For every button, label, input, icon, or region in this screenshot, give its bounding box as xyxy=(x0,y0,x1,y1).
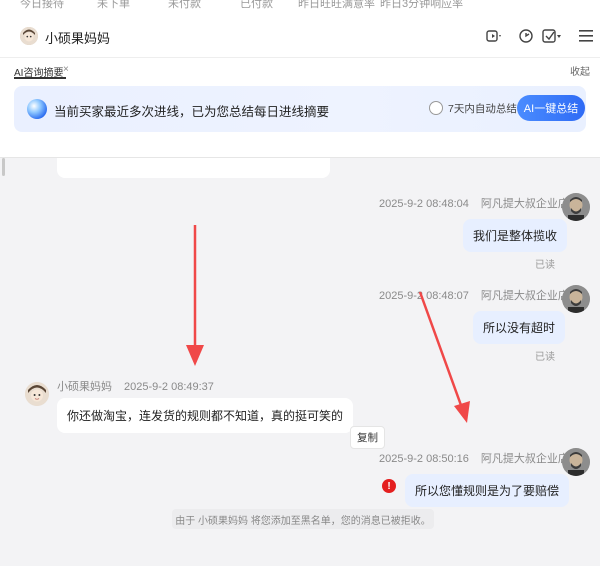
message-meta: 小硕果妈妈 2025-9-2 08:49:37 xyxy=(57,378,214,394)
close-tab-icon[interactable]: × xyxy=(63,64,69,75)
seller-avatar[interactable] xyxy=(562,448,590,476)
tab-underline xyxy=(14,77,66,79)
buyer-avatar[interactable] xyxy=(25,382,49,406)
message-sender: 小硕果妈妈 xyxy=(57,381,112,393)
ai-summary-panel: AI咨询摘要 × 收起 当前买家最近多次进线，已为您总结每日进线摘要 7天内自动… xyxy=(0,58,600,158)
message-bubble[interactable]: 所以您懂规则是为了要赔偿 xyxy=(405,474,570,507)
tab-yesterday-satisfaction[interactable]: 昨日旺旺满意率 xyxy=(298,0,375,11)
send-failed-icon[interactable]: ! xyxy=(382,479,396,493)
tab-yesterday-response-rate[interactable]: 昨日3分钟响应率 xyxy=(380,0,463,11)
message-bubble[interactable]: 我们是整体揽收 xyxy=(463,219,568,252)
tab-today-reception[interactable]: 今日接待 xyxy=(20,0,64,11)
seller-avatar[interactable] xyxy=(562,285,590,313)
message-bubble[interactable]: 你还做淘宝，连发货的规则都不知道，真的挺可笑的 xyxy=(57,398,354,433)
message-meta: 2025-9-2 08:48:04 阿凡提大叔企业店 xyxy=(379,195,569,211)
message-time: 2025-9-2 08:49:37 xyxy=(124,381,214,393)
tab-unpaid[interactable]: 未付款 xyxy=(168,0,201,11)
auto-summary-label: 7天内自动总结 xyxy=(448,103,517,115)
message-time: 2025-9-2 08:48:04 xyxy=(379,198,469,210)
message-meta: 2025-9-2 08:48:07 阿凡提大叔企业店 xyxy=(379,287,569,303)
contact-name: 小硕果妈妈 xyxy=(45,31,111,46)
tab-paid[interactable]: 已付款 xyxy=(240,0,273,11)
message-time: 2025-9-2 08:48:07 xyxy=(379,290,469,302)
ai-summary-banner: 当前买家最近多次进线，已为您总结每日进线摘要 7天内自动总结 AI一键总结 xyxy=(14,86,586,132)
top-tab-strip: 今日接待 未下单 未付款 已付款 昨日旺旺满意率 昨日3分钟响应率 xyxy=(0,0,600,14)
system-notice: 由于 小硕果妈妈 将您添加至黑名单，您的消息已被拒收。 xyxy=(172,509,434,529)
ai-banner-text: 当前买家最近多次进线，已为您总结每日进线摘要 xyxy=(54,105,330,119)
message-time: 2025-9-2 08:50:16 xyxy=(379,453,469,465)
copy-button[interactable]: 复制 xyxy=(350,426,385,449)
task-icon[interactable] xyxy=(542,26,562,46)
read-status: 已读 xyxy=(535,260,555,271)
message-meta: 2025-9-2 08:50:16 阿凡提大叔企业店 xyxy=(379,450,569,466)
bottom-toolbar xyxy=(0,566,600,572)
chat-area: 2025-9-2 08:48:04 阿凡提大叔企业店 我们是整体揽收 已读 202… xyxy=(0,158,600,572)
auto-summary-checkbox[interactable] xyxy=(429,101,443,115)
refresh-icon[interactable] xyxy=(516,26,536,46)
previous-message-bubble xyxy=(57,158,330,178)
ai-summary-button[interactable]: AI一键总结 xyxy=(517,95,585,121)
message-bubble[interactable]: 所以没有超时 xyxy=(473,311,566,344)
chat-header: 小硕果妈妈 xyxy=(0,14,600,58)
collapse-button[interactable]: 收起 xyxy=(570,63,590,78)
ai-orb-icon xyxy=(27,99,47,119)
seller-avatar[interactable] xyxy=(562,193,590,221)
contact-avatar[interactable] xyxy=(20,27,38,45)
menu-icon[interactable] xyxy=(576,26,596,46)
read-status: 已读 xyxy=(535,352,555,363)
scrollbar[interactable] xyxy=(2,158,5,176)
message-sender: 阿凡提大叔企业店 xyxy=(480,453,569,465)
tab-not-ordered[interactable]: 未下单 xyxy=(97,0,130,11)
video-icon[interactable] xyxy=(484,26,504,46)
message-sender: 阿凡提大叔企业店 xyxy=(480,290,569,302)
message-sender: 阿凡提大叔企业店 xyxy=(480,198,569,210)
